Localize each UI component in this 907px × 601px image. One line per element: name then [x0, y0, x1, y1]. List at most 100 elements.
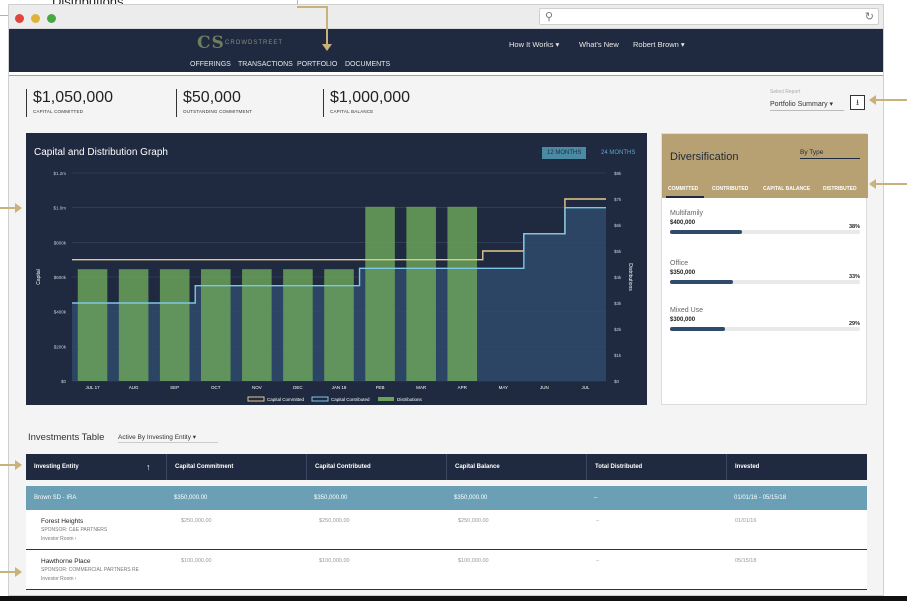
tab-contributed[interactable]: CONTRIBUTED [712, 186, 748, 192]
category-label: Mixed Use [670, 307, 704, 314]
kpi-label: OUTSTANDING COMMITMENT [183, 109, 253, 114]
column-label: Investing Entity [34, 464, 79, 470]
download-icon: ⭳ [856, 98, 859, 107]
distribution-bar [447, 206, 478, 381]
reload-icon[interactable]: ↻ [865, 10, 874, 23]
sort-arrow-icon[interactable]: ↑ [146, 454, 151, 480]
annotation-arrow-line [0, 464, 16, 466]
annotation-arrow-head [15, 460, 22, 470]
diversification-select[interactable]: By Type [800, 149, 860, 159]
report-select-label: Select Report [770, 89, 801, 95]
y-tick-label: $800k [54, 240, 67, 245]
nav-documents[interactable]: DOCUMENTS [345, 61, 390, 68]
table-row[interactable]: Forest Heights SPONSOR: C&E PARTNERS Inv… [26, 510, 867, 550]
x-tick-label: NOV [252, 385, 262, 390]
kpi-value: $1,050,000 [33, 89, 114, 106]
header-divider [9, 75, 883, 76]
address-bar[interactable]: ⚲ ↻ [539, 8, 879, 25]
tab-distributed[interactable]: DISTRIBUTED [823, 186, 857, 192]
distribution-bar [118, 269, 149, 381]
investment-sponsor: SPONSOR: COMMERCIAL PARTNERS RE [41, 567, 139, 573]
report-select[interactable]: Portfolio Summary ▾ [770, 100, 844, 111]
investment-name: Hawthorne Place [41, 558, 91, 565]
y2-tick-label: $8k [614, 171, 622, 176]
y-tick-label: $1.0m [53, 206, 66, 211]
progress-track [670, 327, 860, 331]
category-amount: $300,000 [670, 317, 696, 323]
column-investing-entity[interactable]: Investing Entity ↑ [26, 454, 166, 480]
diversification-header: Diversification By Type COMMITTED CONTRI… [662, 134, 868, 198]
progress-track [670, 280, 860, 284]
x-tick-label: JUL 17 [85, 385, 100, 390]
progress-fill [670, 230, 743, 234]
row-distributed: – [596, 558, 600, 564]
investor-room-link[interactable]: Investor Room › [41, 576, 77, 582]
crowdstreet-logo[interactable]: CS [197, 33, 225, 53]
diversification-item-mixed-use: Mixed Use $300,000 29% [670, 307, 860, 331]
screenshot-stage: Distributions ⚲ ↻ CS CROWDSTREET OFFERIN… [0, 0, 907, 601]
nav-portfolio[interactable]: PORTFOLIO [297, 61, 337, 68]
investments-filter-select[interactable]: Active By Investing Entity ▾ [118, 433, 218, 443]
y-axis-label: Capital [36, 269, 42, 285]
investor-room-link[interactable]: Investor Room › [41, 536, 77, 542]
column-invested[interactable]: Invested [726, 454, 867, 480]
search-icon: ⚲ [545, 11, 554, 23]
whats-new-link[interactable]: What's New [579, 40, 619, 49]
column-total-distributed[interactable]: Total Distributed [586, 454, 726, 480]
row-commitment: $100,000.00 [181, 558, 212, 564]
y-tick-label: $400k [54, 310, 67, 315]
y2-tick-label: $4k [614, 275, 622, 280]
x-tick-label: AUG [129, 385, 139, 390]
row-balance: $250,000.00 [458, 518, 489, 524]
annotation-arrow-head [15, 203, 22, 213]
active-tab-indicator [666, 196, 704, 198]
y2-tick-label: $3k [614, 301, 622, 306]
column-capital-balance[interactable]: Capital Balance [446, 454, 586, 480]
kpi-value: $1,000,000 [330, 89, 411, 106]
annotation-arrow-head [869, 179, 876, 189]
category-label: Multifamily [670, 210, 704, 217]
y2-tick-label: $2k [614, 327, 622, 332]
annotation-arrow-line [875, 99, 907, 101]
download-button[interactable]: ⭳ [850, 95, 865, 110]
column-capital-commitment[interactable]: Capital Commitment [166, 454, 306, 480]
diversification-item-office: Office $350,000 33% [670, 260, 860, 284]
row-invested: 05/15/18 [735, 558, 757, 564]
group-invested: 01/01/16 - 05/15/18 [734, 495, 787, 501]
distribution-bar [159, 269, 190, 381]
legend-label: Capital Contributed [331, 397, 370, 402]
progress-track [670, 230, 860, 234]
kpi-capital-committed: $1,050,000 CAPITAL COMMITTED [26, 89, 113, 117]
x-tick-label: JUL [581, 385, 589, 390]
table-group-row[interactable]: Brown SD - IRA $350,000.00 $350,000.00 $… [26, 486, 867, 510]
column-capital-contributed[interactable]: Capital Contributed [306, 454, 446, 480]
group-commitment: $350,000.00 [174, 495, 208, 501]
y-tick-label: $0 [61, 379, 67, 384]
close-window-button[interactable] [15, 14, 24, 23]
minimize-window-button[interactable] [31, 14, 40, 23]
how-it-works-menu[interactable]: How It Works ▾ [509, 40, 559, 49]
nav-offerings[interactable]: OFFERINGS [190, 61, 231, 68]
user-menu[interactable]: Robert Brown ▾ [633, 40, 685, 49]
group-contributed: $350,000.00 [314, 495, 348, 501]
x-tick-label: MAY [499, 385, 508, 390]
distribution-bar [77, 269, 108, 381]
legend-swatch [378, 397, 394, 401]
group-balance: $350,000.00 [454, 495, 488, 501]
y-tick-label: $1.2m [53, 171, 66, 176]
tab-committed[interactable]: COMMITTED [668, 186, 698, 192]
table-row[interactable]: Hawthorne Place SPONSOR: COMMERCIAL PART… [26, 550, 867, 590]
nav-transactions[interactable]: TRANSACTIONS [238, 61, 293, 68]
kpi-value: $50,000 [183, 89, 241, 106]
tab-capital-balance[interactable]: CAPITAL BALANCE [763, 186, 810, 192]
x-tick-label: SEP [170, 385, 179, 390]
y2-tick-label: $7k [614, 197, 622, 202]
logo-wordmark: CROWDSTREET [225, 40, 283, 46]
diversification-card: Diversification By Type COMMITTED CONTRI… [661, 133, 868, 405]
distribution-bar [365, 206, 395, 381]
zoom-window-button[interactable] [47, 14, 56, 23]
x-tick-label: JAN 18 [332, 385, 347, 390]
investment-name: Forest Heights [41, 518, 84, 525]
annotation-arrow-head [15, 567, 22, 577]
annotation-arrow-line [875, 183, 907, 185]
